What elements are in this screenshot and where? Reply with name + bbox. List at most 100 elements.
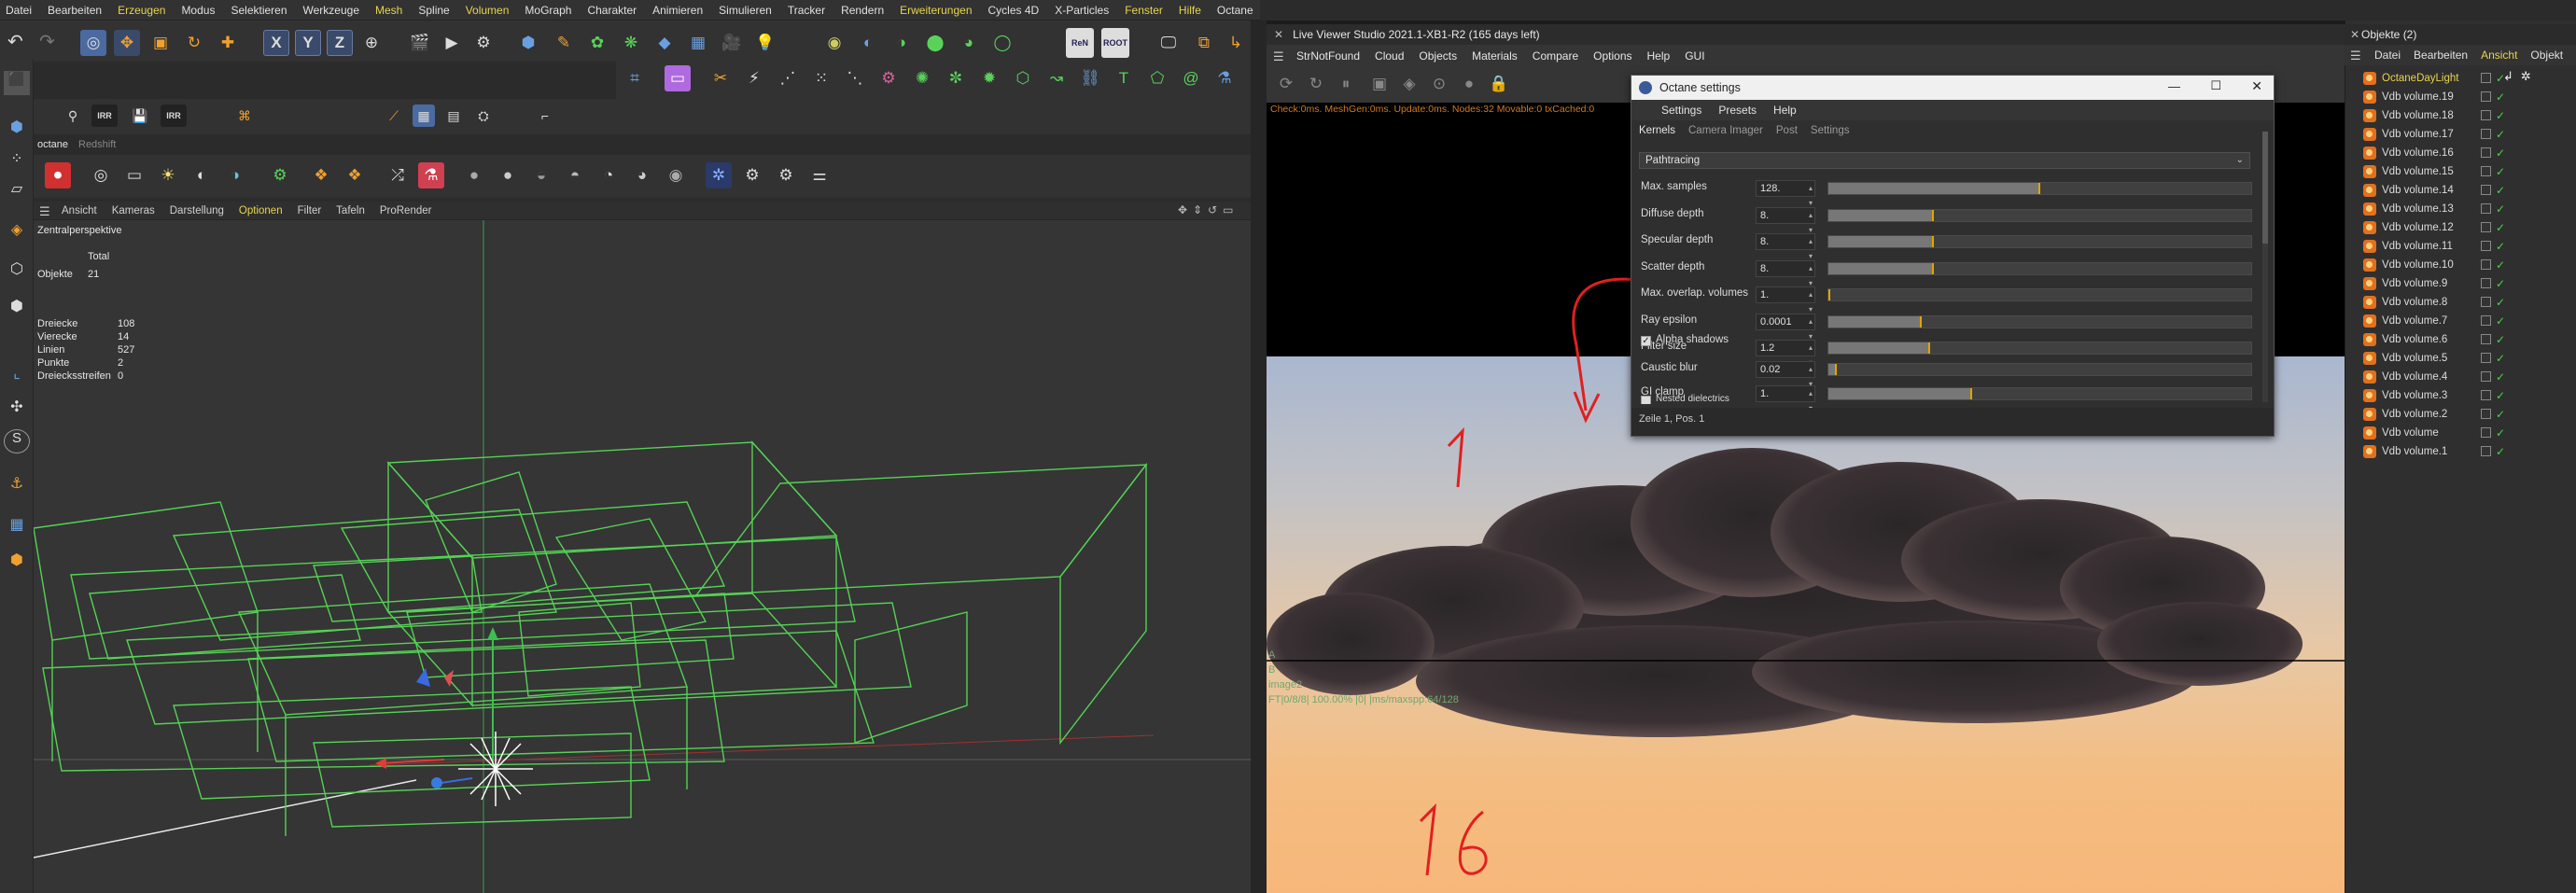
- param-input[interactable]: 128. ▴ ▾: [1756, 180, 1815, 207]
- menu-octane[interactable]: Octane: [1217, 4, 1253, 17]
- obj-menu-bearbeiten[interactable]: Bearbeiten: [2414, 49, 2468, 62]
- tab-post[interactable]: Post: [1776, 125, 1798, 136]
- object-list-item[interactable]: Vdb volume.8 ✓: [2363, 293, 2576, 312]
- mesh-mode-icon[interactable]: ⬢: [4, 118, 30, 142]
- enabled-check-icon[interactable]: ✓: [2496, 91, 2505, 104]
- python-icon[interactable]: ⌗: [622, 65, 648, 91]
- octane-node-icon[interactable]: ⚌: [806, 162, 833, 188]
- enabled-check-icon[interactable]: ✓: [2496, 333, 2505, 346]
- loop-icon[interactable]: ⚡: [741, 65, 767, 91]
- enabled-check-icon[interactable]: ✓: [2496, 389, 2505, 402]
- menu-hilfe[interactable]: Hilfe: [1179, 4, 1201, 17]
- enabled-check-icon[interactable]: ✓: [2496, 314, 2505, 328]
- mat-sphere-icon-1[interactable]: ●: [461, 162, 487, 188]
- render-view-icon[interactable]: 🎬: [407, 30, 433, 56]
- snap-s-icon[interactable]: S: [4, 429, 30, 453]
- mat-sphere-icon-4[interactable]: ◓: [562, 162, 588, 188]
- enabled-check-icon[interactable]: ✓: [2496, 445, 2505, 458]
- lv-menu-objects[interactable]: Objects: [1419, 49, 1457, 63]
- object-list-item[interactable]: Vdb volume.6 ✓: [2363, 330, 2576, 349]
- visibility-toggle[interactable]: [2481, 129, 2491, 139]
- octane-toggle-icon[interactable]: ◑: [889, 30, 915, 56]
- irr-button-2[interactable]: IRR: [161, 105, 187, 127]
- mograph-icon[interactable]: ✹: [976, 65, 1002, 91]
- lv-menu-strnotfound[interactable]: StrNotFound: [1296, 49, 1360, 63]
- octane-render-icon[interactable]: ⏺: [45, 162, 71, 188]
- connect-icon[interactable]: ⛓: [1077, 65, 1103, 91]
- lv-send-scene-icon[interactable]: ⟳: [1273, 71, 1299, 97]
- visibility-toggle[interactable]: [2481, 73, 2491, 83]
- dialog-menu-presets[interactable]: Presets: [1718, 104, 1757, 117]
- object-list-item[interactable]: Vdb volume.18 ✓: [2363, 106, 2576, 125]
- menu-bearbeiten[interactable]: Bearbeiten: [48, 4, 102, 17]
- root-button[interactable]: ROOT: [1101, 28, 1129, 58]
- save-icon[interactable]: 💾: [129, 105, 151, 127]
- enabled-check-icon[interactable]: ✓: [2496, 277, 2505, 290]
- enabled-check-icon[interactable]: ✓: [2496, 296, 2505, 309]
- move-tool-icon[interactable]: ⚲: [62, 105, 84, 127]
- visibility-toggle[interactable]: [2481, 371, 2491, 382]
- menu-fenster[interactable]: Fenster: [1125, 4, 1163, 17]
- lv-menu-cloud[interactable]: Cloud: [1375, 49, 1404, 63]
- visibility-toggle[interactable]: [2481, 185, 2491, 195]
- field-icon[interactable]: ⬡: [1010, 65, 1036, 91]
- lv-pause-icon[interactable]: ⏸: [1333, 71, 1359, 97]
- lv-menu-options[interactable]: Options: [1593, 49, 1631, 63]
- folder-icon[interactable]: ▭: [665, 65, 691, 91]
- object-list-item[interactable]: OctaneDayLight ✓: [2363, 69, 2576, 88]
- param-input[interactable]: 0.0001 ▴ ▾: [1756, 313, 1815, 341]
- points-mode-icon[interactable]: ⁘: [4, 149, 30, 174]
- object-list-item[interactable]: Vdb volume.3 ✓: [2363, 386, 2576, 405]
- maximize-icon[interactable]: ☐: [2210, 78, 2221, 93]
- nested-dielectrics-checkbox[interactable]: [1641, 396, 1651, 404]
- visibility-toggle[interactable]: [2481, 446, 2491, 456]
- lv-menu-compare[interactable]: Compare: [1533, 49, 1578, 63]
- flask-icon[interactable]: ⚗: [1211, 65, 1238, 91]
- viewport-nav-icons[interactable]: ✥⇕↺▭: [1178, 203, 1239, 216]
- param-slider[interactable]: [1827, 314, 2252, 328]
- locked-workplane-icon[interactable]: ▦: [4, 515, 30, 539]
- close-icon[interactable]: ✕: [1274, 28, 1283, 41]
- lv-menu-help[interactable]: Help: [1647, 49, 1671, 63]
- cloner-icon[interactable]: ❋: [618, 30, 644, 56]
- visibility-toggle[interactable]: [2481, 353, 2491, 363]
- polys-mode-icon[interactable]: ◈: [4, 220, 30, 244]
- menu-erweiterungen[interactable]: Erweiterungen: [900, 4, 972, 17]
- uv-mode-icon[interactable]: ⬡: [4, 259, 30, 284]
- solo-icon[interactable]: ⚓: [4, 474, 30, 498]
- text-icon[interactable]: T: [1111, 65, 1137, 91]
- grow-icon[interactable]: ⋱: [842, 65, 868, 91]
- viewport-menu-filter[interactable]: Filter: [298, 205, 322, 216]
- param-input[interactable]: 8. ▴ ▾: [1756, 206, 1815, 234]
- spline-icon[interactable]: ↝: [1043, 65, 1070, 91]
- octane-half-icon[interactable]: ◐: [189, 162, 215, 188]
- visibility-toggle[interactable]: [2481, 297, 2491, 307]
- octane-scatter-icon[interactable]: ⚙: [267, 162, 293, 188]
- octane-vdb-icon[interactable]: ❖: [308, 162, 334, 188]
- object-list-item[interactable]: Vdb volume.11 ✓: [2363, 237, 2576, 256]
- undo-icon[interactable]: ↶: [7, 30, 23, 53]
- enabled-check-icon[interactable]: ✓: [2496, 426, 2505, 440]
- tab-camera-imager[interactable]: Camera Imager: [1688, 125, 1763, 136]
- menu-volumen[interactable]: Volumen: [466, 4, 510, 17]
- irr-button-1[interactable]: IRR: [91, 105, 118, 127]
- octane-gear-icon-2[interactable]: ⚙: [773, 162, 799, 188]
- menu-spline[interactable]: Spline: [418, 4, 449, 17]
- menu-selektieren[interactable]: Selektieren: [231, 4, 287, 17]
- axis-mode-icon[interactable]: ⬢: [4, 297, 30, 321]
- menu-modus[interactable]: Modus: [181, 4, 215, 17]
- octane-shuffle-icon[interactable]: ⤮: [385, 162, 411, 188]
- menu-tracker[interactable]: Tracker: [788, 4, 825, 17]
- param-slider[interactable]: [1827, 208, 2252, 222]
- panel-tab-octane[interactable]: octane: [37, 139, 68, 150]
- lv-lock-icon[interactable]: 🔒: [1486, 71, 1512, 97]
- enabled-check-icon[interactable]: ✓: [2496, 72, 2505, 85]
- octane-sun-icon[interactable]: ☀: [155, 162, 181, 188]
- param-slider[interactable]: [1827, 182, 2252, 195]
- menu-cycles-4d[interactable]: Cycles 4D: [988, 4, 1040, 17]
- subdivision-icon[interactable]: ✿: [584, 30, 610, 56]
- hamburger-icon[interactable]: ☰: [39, 204, 50, 219]
- visibility-toggle[interactable]: [2481, 409, 2491, 419]
- object-list-item[interactable]: Vdb volume.10 ✓: [2363, 256, 2576, 274]
- ring-icon[interactable]: ⚙: [875, 65, 902, 91]
